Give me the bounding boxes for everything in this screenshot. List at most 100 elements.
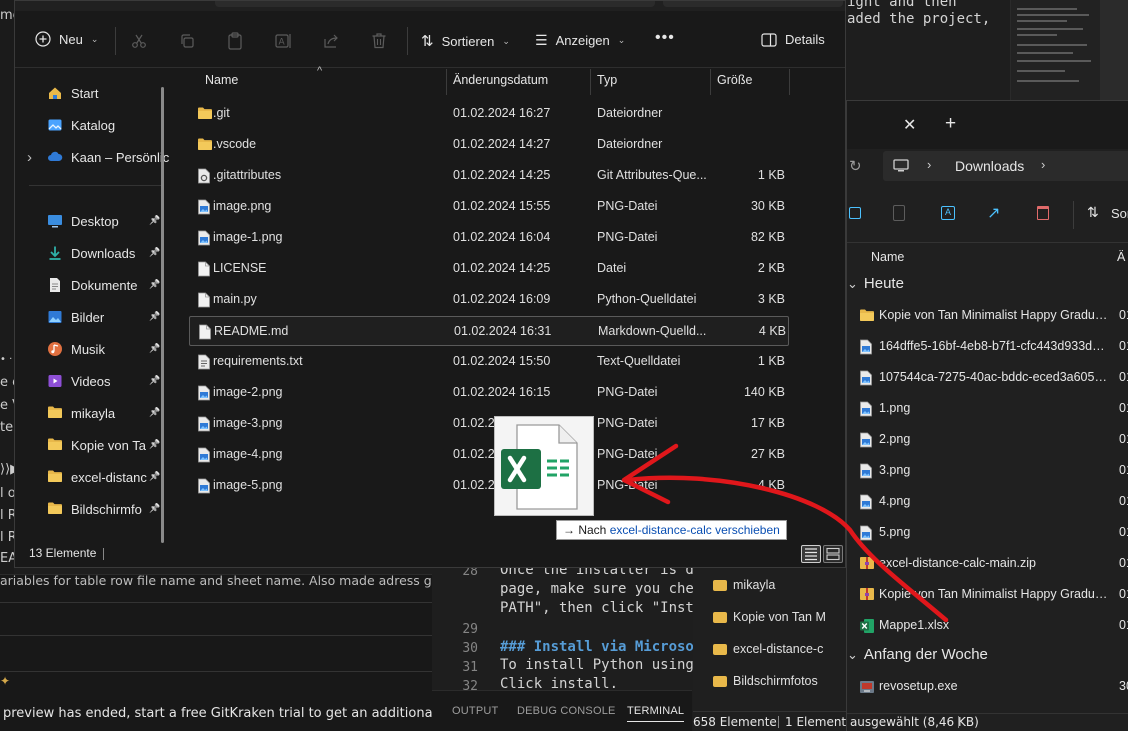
sidebar-item[interactable]: Katalog [47,113,169,137]
nav-label: excel-distance-c [733,642,824,656]
tiles-view-button[interactable] [823,545,843,563]
image-file-icon [197,230,211,246]
sidebar-item[interactable]: Kopie von Ta 📌 [47,433,169,457]
expand-chevron-icon[interactable]: › [27,149,32,166]
file-row[interactable]: requirements.txt 01.02.2024 15:50 Text-Que… [189,347,789,377]
rename-icon[interactable]: A [941,206,955,220]
column-header-name[interactable]: Name [871,250,904,264]
file-row[interactable]: Kopie von Tan Minimalist Happy Graduat..… [857,580,1128,610]
file-row[interactable]: excel-distance-calc-main.zip 01 [857,549,1128,579]
file-row[interactable]: .git 01.02.2024 16:27 Dateiordner [189,99,789,129]
column-header-date[interactable]: Ä [1117,250,1125,264]
file-row[interactable]: Mappe1.xlsx 01 [857,611,1128,641]
file-date: 01.02.2024 16:31 [454,324,552,338]
rename-icon[interactable]: A [275,33,293,49]
file-row[interactable]: image-5.png 01.02.20 PNG-Datei 4 KB [189,471,789,501]
address-bar[interactable]: › Downloads › [883,151,1128,181]
more-options-icon[interactable]: ••• [655,29,675,47]
nav-item[interactable]: excel-distance-c [713,642,823,656]
file-row[interactable]: Kopie von Tan Minimalist Happy Graduat..… [857,301,1128,331]
share-icon[interactable] [323,33,339,49]
close-tab-icon[interactable]: ✕ [903,115,916,135]
file-row[interactable]: image-2.png 01.02.2024 16:15 PNG-Datei 140 … [189,378,789,408]
tab-debug-console[interactable]: DEBUG CONSOLE [517,705,616,717]
sort-icon[interactable]: ⇅ [1087,204,1099,221]
details-view-button[interactable] [801,545,821,563]
file-size: 140 KB [743,385,785,399]
file-row[interactable]: 1.png 01 [857,394,1128,424]
code-line: To install Python using [500,657,694,673]
refresh-icon[interactable]: ↻ [849,157,862,175]
sidebar-item[interactable]: excel-distanc 📌 [47,465,169,489]
explorer-window-project: Neu ⌄ A ⇅ Sortieren ⌄ ☰ Anzeigen ⌄ ••• D… [14,0,846,568]
file-size: 30 KB [750,199,785,213]
gear-file-icon [198,168,210,184]
nav-item[interactable]: Bildschirmfotos [713,674,818,688]
column-header-type[interactable]: Typ [597,73,617,87]
file-name: image.png [213,199,272,213]
file-row[interactable]: 5.png 01 [857,518,1128,548]
file-row[interactable]: main.py 01.02.2024 16:09 Python-Quelldatei… [189,285,789,315]
file-row[interactable]: 3.png 01 [857,456,1128,486]
group-header[interactable]: ⌄ Heute [847,275,904,292]
column-header-date[interactable]: Änderungsdatum [453,73,548,87]
file-row[interactable]: .gitattributes 01.02.2024 14:25 Git Attrib… [189,161,789,191]
file-row[interactable]: 4.png 01 [857,487,1128,517]
minimap[interactable] [1010,0,1100,100]
sidebar-item[interactable]: Bilder 📌 [47,305,169,329]
editor-scrollbar[interactable] [1100,0,1128,100]
sidebar-item[interactable]: Videos 📌 [47,369,169,393]
sidebar-item[interactable]: Desktop 📌 [47,209,169,233]
tab-terminal[interactable]: TERMINAL [627,705,685,722]
file-row[interactable]: revosetup.exe 30 [857,672,1128,702]
column-header-name[interactable]: Name [205,73,238,87]
file-row[interactable]: image-1.png 01.02.2024 16:04 PNG-Datei 82 K… [189,223,789,253]
sidebar-item[interactable]: Start [47,81,169,105]
new-button[interactable]: Neu ⌄ [35,31,98,47]
file-row[interactable]: image.png 01.02.2024 15:55 PNG-Datei 30 KB [189,192,789,222]
view-button[interactable]: ☰ Anzeigen ⌄ [535,32,625,49]
details-button[interactable]: Details [761,32,825,47]
file-row[interactable]: image-4.png 01.02.20 PNG-Datei 27 KB [189,440,789,470]
tab-output[interactable]: OUTPUT [452,705,498,717]
delete-icon[interactable] [1037,206,1049,220]
copy-icon[interactable] [179,33,195,49]
share-icon[interactable]: ↗ [987,203,1000,223]
sidebar-item[interactable]: mikayla 📌 [47,401,169,425]
copy-icon[interactable] [849,207,861,219]
paste-icon[interactable] [893,205,905,221]
gallery-icon [47,117,63,133]
sort-button[interactable]: Sor [1111,206,1128,221]
new-tab-icon[interactable]: + [945,113,956,135]
file-row[interactable]: LICENSE 01.02.2024 14:25 Datei 2 KB [189,254,789,284]
chevron-down-icon: ⌄ [617,35,626,45]
nav-item[interactable]: Kopie von Tan M [713,610,826,624]
sort-button[interactable]: ⇅ Sortieren ⌄ [421,32,510,50]
address-segment[interactable]: Downloads [955,158,1024,174]
file-row[interactable]: .vscode 01.02.2024 14:27 Dateiordner [189,130,789,160]
file-row[interactable]: image-3.png 01.02.20 PNG-Datei 17 KB [189,409,789,439]
sidebar-item[interactable]: Musik 📌 [47,337,169,361]
drag-ghost [494,416,594,516]
sidebar-item[interactable]: Dokumente 📌 [47,273,169,297]
column-header-size[interactable]: Größe [717,73,752,87]
sidebar-item[interactable]: Downloads 📌 [47,241,169,265]
file-row[interactable]: 107544ca-7275-40ac-bddc-eced3a60544c....… [857,363,1128,393]
sidebar-item[interactable]: Kaan – Persönlic [47,145,169,169]
image-file-icon [197,447,211,463]
file-row[interactable]: 2.png 01 [857,425,1128,455]
navigation-pane: Start Katalog Kaan – Persönlic › Desktop 📌 Dow… [15,69,175,541]
file-name: .vscode [213,137,257,151]
nav-scrollbar[interactable] [161,87,164,543]
nav-item[interactable]: mikayla [713,578,775,592]
cut-icon[interactable] [131,33,147,49]
group-header[interactable]: ⌄ Anfang der Woche [847,646,988,663]
sidebar-item[interactable]: Bildschirmfo 📌 [47,497,169,521]
sidebar-item-label: Kaan – Persönlic [71,149,169,165]
delete-icon[interactable] [371,32,387,49]
paste-icon[interactable] [227,32,243,50]
file-row[interactable]: README.md 01.02.2024 16:31 Markdown-Quelld… [189,316,789,346]
file-row[interactable]: 164dffe5-16bf-4eb8-b7f1-cfc443d933d3.jfi… [857,332,1128,362]
picture-icon [47,309,63,325]
panel-tabs: OUTPUT DEBUG CONSOLE TERMINAL [432,690,692,731]
